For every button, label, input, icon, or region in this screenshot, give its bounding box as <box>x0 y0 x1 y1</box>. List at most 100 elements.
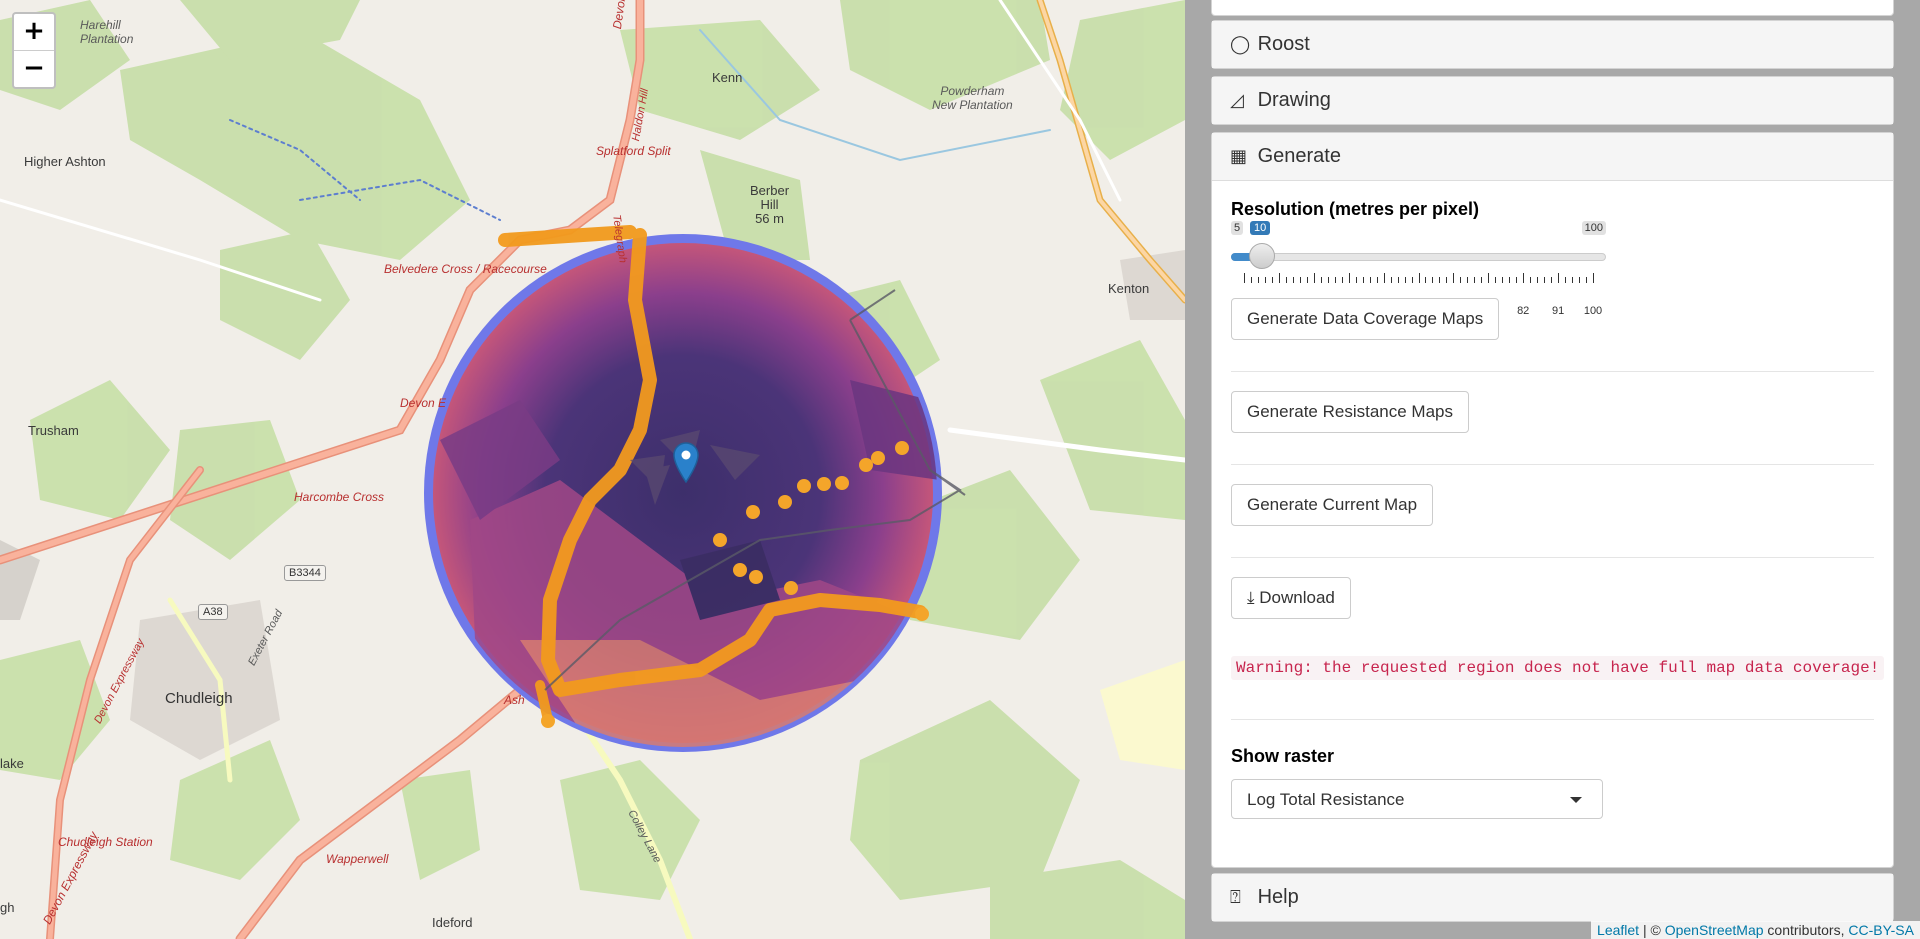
slider-tick-mark <box>1509 277 1511 283</box>
slider-tick-mark <box>1516 277 1518 283</box>
slider-tick-mark <box>1418 273 1420 283</box>
download-label: Download <box>1259 588 1335 607</box>
slider-tick-label: 91 <box>1551 305 1565 317</box>
slider-tick-mark <box>1446 277 1448 283</box>
slider-tick-mark <box>1320 277 1322 283</box>
chevron-down-icon <box>1570 797 1582 803</box>
resolution-slider[interactable]: 5 10 100 5152434435363728291100 <box>1231 221 1606 317</box>
leaflet-link[interactable]: Leaflet <box>1597 922 1639 938</box>
help-header[interactable]: ⍰ Help <box>1212 874 1893 921</box>
coverage-warning: Warning: the requested region does not h… <box>1231 656 1885 680</box>
resolution-label: Resolution (metres per pixel) <box>1231 199 1480 219</box>
slider-tick-mark <box>1572 277 1574 283</box>
slider-tick-mark <box>1383 273 1385 283</box>
generate-coverage-button[interactable]: Generate Data Coverage Maps <box>1231 298 1500 340</box>
download-icon: ⤓ <box>1247 588 1255 608</box>
license-link[interactable]: CC-BY-SA <box>1848 922 1914 938</box>
slider-tick-mark <box>1544 277 1546 283</box>
slider-tick-mark <box>1299 277 1301 283</box>
slider-value-label: 10 <box>1250 221 1271 235</box>
slider-tick-mark <box>1257 277 1259 283</box>
slider-tick-mark <box>1551 277 1553 283</box>
help-title: Help <box>1257 886 1299 908</box>
slider-min-label: 5 <box>1231 221 1244 235</box>
map-label: Splatford Split <box>596 144 671 158</box>
generate-title: Generate <box>1257 145 1341 167</box>
map-label: Wapperwell <box>326 852 389 866</box>
zoom-in-button[interactable]: + <box>14 14 54 50</box>
slider-tick-mark <box>1362 277 1364 283</box>
top-section-stub <box>1211 0 1894 16</box>
slider-tick-mark <box>1327 277 1329 283</box>
show-raster-label: Show raster <box>1231 746 1335 766</box>
slider-tick-mark <box>1586 277 1588 283</box>
drawing-title: Drawing <box>1257 89 1331 111</box>
slider-tick-label: 100 <box>1583 305 1603 317</box>
map-attribution: Leaflet | © OpenStreetMap contributors, … <box>1591 921 1920 939</box>
map-pin-icon[interactable] <box>672 441 700 483</box>
map-label: Devon E <box>400 396 447 410</box>
drawing-section: ◿ Drawing <box>1211 76 1894 125</box>
map-label: Ash <box>504 693 525 707</box>
slider-tick-mark <box>1425 277 1427 283</box>
osm-link[interactable]: OpenStreetMap <box>1665 922 1764 938</box>
generate-header[interactable]: ▦ Generate <box>1212 133 1893 181</box>
map-label: Kenton <box>1108 281 1150 296</box>
generate-current-button[interactable]: Generate Current Map <box>1231 484 1434 526</box>
slider-tick-mark <box>1495 277 1497 283</box>
map-label: Berber Hill 56 m <box>750 183 790 226</box>
roost-title: Roost <box>1257 33 1310 55</box>
map-label: Belvedere Cross / Racecourse <box>384 262 547 276</box>
map-view[interactable]: + − Harehill Plantation Higher Ashton Tr… <box>0 0 1185 939</box>
slider-tick-mark <box>1432 277 1434 283</box>
slider-tick-mark <box>1481 277 1483 283</box>
road-shield: B3344 <box>284 565 326 581</box>
generate-section: ▦ Generate Resolution (metres per pixel)… <box>1211 132 1894 868</box>
raster-select-value: Log Total Resistance <box>1247 790 1405 809</box>
help-section: ⍰ Help <box>1211 873 1894 922</box>
slider-tick-mark <box>1467 277 1469 283</box>
slider-tick-mark <box>1558 273 1560 283</box>
side-panel: ◯ Roost ◿ Drawing ▦ Generate Resolution … <box>1185 0 1920 939</box>
zoom-out-button[interactable]: − <box>14 50 54 87</box>
map-label: Powderham New Plantation <box>932 84 1013 112</box>
circle-icon: ◯ <box>1230 34 1251 55</box>
slider-handle[interactable] <box>1249 243 1276 269</box>
slider-tick-mark <box>1264 277 1266 283</box>
slider-tick-mark <box>1355 277 1357 283</box>
map-label: Higher Ashton <box>24 154 106 169</box>
slider-tick-mark <box>1376 277 1378 283</box>
slider-tick-mark <box>1530 277 1532 283</box>
map-label: Harcombe Cross <box>294 490 385 504</box>
map-tiles <box>0 0 1185 939</box>
slider-tick-label: 82 <box>1517 305 1530 317</box>
slider-tick-mark <box>1341 277 1343 283</box>
map-label: Ideford <box>432 915 473 930</box>
road-shield: A38 <box>198 604 228 620</box>
roost-header[interactable]: ◯ Roost <box>1212 21 1893 68</box>
slider-tick-mark <box>1460 277 1462 283</box>
raster-select[interactable]: Log Total Resistance <box>1231 779 1603 819</box>
slider-tick-mark <box>1244 273 1245 283</box>
slider-tick-mark <box>1250 277 1252 283</box>
slider-tick-mark <box>1348 273 1350 283</box>
drawing-header[interactable]: ◿ Drawing <box>1212 77 1893 124</box>
slider-tick-mark <box>1502 277 1504 283</box>
map-label: gh <box>0 900 15 915</box>
generate-resistance-button[interactable]: Generate Resistance Maps <box>1231 391 1469 433</box>
slider-tick-mark <box>1271 277 1273 283</box>
generate-body: Resolution (metres per pixel) 5 10 100 5… <box>1212 181 1893 861</box>
zoom-control: + − <box>12 12 56 89</box>
slider-tick-mark <box>1565 277 1567 283</box>
slider-tick-mark <box>1397 277 1399 283</box>
map-label: Chudleigh Station <box>58 835 153 849</box>
slider-tick-mark <box>1334 277 1336 283</box>
map-label: Chudleigh <box>165 690 233 707</box>
slider-tick-mark <box>1579 277 1581 283</box>
slider-tick-mark <box>1292 277 1294 283</box>
roost-section: ◯ Roost <box>1211 20 1894 69</box>
download-button[interactable]: ⤓ Download <box>1231 577 1351 619</box>
slider-tick-mark <box>1439 277 1441 283</box>
divider <box>1231 371 1874 372</box>
slider-tick-mark <box>1523 273 1525 283</box>
